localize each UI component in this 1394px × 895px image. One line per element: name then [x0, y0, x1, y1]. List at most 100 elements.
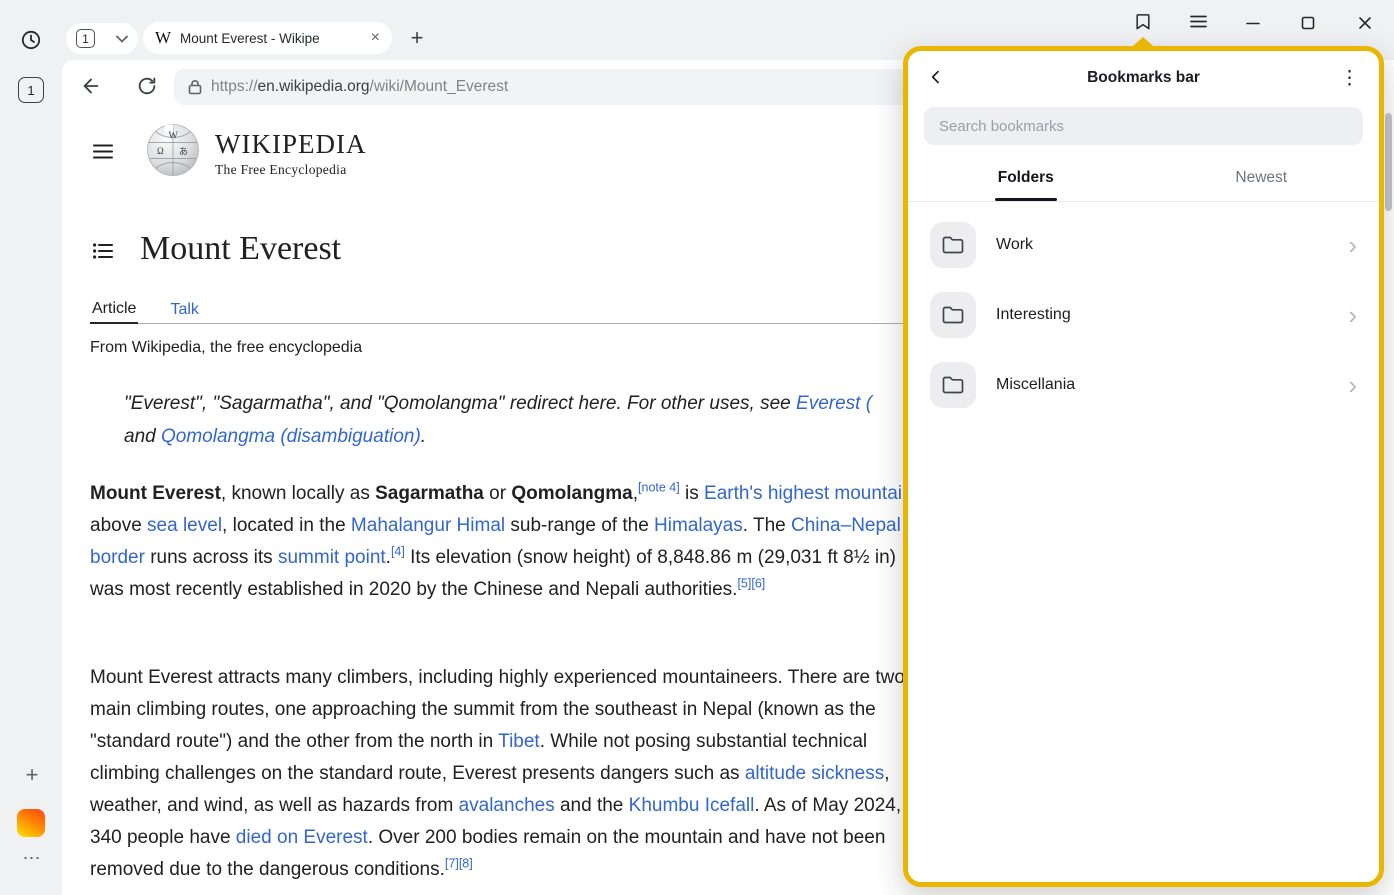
lock-icon[interactable] — [188, 79, 202, 95]
tab-folders[interactable]: Folders — [908, 155, 1144, 201]
svg-text:Ω: Ω — [157, 146, 164, 156]
chevron-down-icon — [116, 31, 128, 46]
window-close-button[interactable] — [1350, 9, 1380, 39]
url-text: https://en.wikipedia.org/wiki/Mount_Ever… — [211, 78, 508, 96]
hamburger-icon — [93, 144, 113, 162]
bookmarks-popup: Bookmarks bar ⋮ Folders Newest Work › In… — [903, 46, 1384, 887]
wiki-reference-link[interactable]: [7] — [445, 857, 459, 871]
tab-group-count: 1 — [76, 29, 95, 48]
popup-more-button[interactable]: ⋮ — [1334, 68, 1365, 89]
text-segment: sub-range of the — [505, 515, 654, 536]
window-minimize-button[interactable] — [1238, 9, 1268, 39]
folder-icon — [930, 222, 976, 268]
url-scheme: https:// — [211, 78, 258, 95]
list-icon — [93, 243, 113, 262]
hamburger-icon — [1190, 15, 1207, 31]
svg-text:あ: あ — [179, 147, 188, 157]
wiki-reference-link[interactable]: [5] — [737, 577, 751, 591]
text-segment: runs across its — [145, 547, 278, 568]
popup-tabs: Folders Newest — [908, 155, 1379, 202]
chevron-right-icon: › — [1348, 372, 1357, 398]
contents-list-button[interactable] — [88, 237, 118, 267]
wiki-link[interactable]: Tibet — [498, 731, 540, 752]
wiki-reference-link[interactable]: [8] — [459, 857, 473, 871]
sidebar-overflow-button[interactable]: ⋯ — [17, 843, 47, 873]
back-button[interactable] — [76, 72, 106, 102]
wiki-subtitle: From Wikipedia, the free encyclopedia — [90, 339, 362, 357]
text-segment: or — [484, 483, 511, 504]
wiki-reference-link[interactable]: [note 4] — [638, 481, 680, 495]
bookmark-folder-list: Work › Interesting › Miscellania › — [908, 202, 1379, 420]
browser-tab-active[interactable]: W Mount Everest - Wikipe × — [143, 22, 392, 54]
wikipedia-favicon: W — [155, 28, 171, 48]
wiki-reference-link[interactable]: [6] — [751, 577, 765, 591]
tab-close-button[interactable]: × — [365, 30, 380, 46]
page-title: Mount Everest — [140, 230, 341, 268]
svg-text:W: W — [169, 131, 179, 142]
browser-menu-button[interactable] — [1183, 8, 1213, 38]
maximize-icon — [1301, 16, 1315, 33]
wiki-main-menu-button[interactable] — [88, 138, 118, 168]
wikipedia-logo-link[interactable]: W Ω あ WIKIPEDIA The Free Encyclopedia — [146, 123, 366, 180]
folder-name: Interesting — [996, 306, 1071, 324]
wiki-reference-link[interactable]: [4] — [391, 545, 405, 559]
folder-icon — [930, 362, 976, 408]
text-segment: "Everest", "Sagarmatha", and "Qomolangma… — [124, 393, 796, 414]
wiki-link[interactable]: altitude sickness — [745, 763, 884, 784]
text-segment: and the — [555, 795, 629, 816]
text-segment: , located in the — [222, 515, 351, 536]
tab-title: Mount Everest - Wikipe — [180, 31, 365, 46]
wikipedia-globe-logo: W Ω あ — [146, 123, 200, 180]
text-segment: Sagarmatha — [375, 483, 484, 504]
window-maximize-button[interactable] — [1293, 9, 1323, 39]
text-segment: Mount Everest — [90, 483, 221, 504]
wiki-link[interactable]: sea level — [147, 515, 222, 536]
paragraph-2: Mount Everest attracts many climbers, in… — [90, 662, 924, 886]
text-segment: Qomolangma — [511, 483, 632, 504]
hatnote: "Everest", "Sagarmatha", and "Qomolangma… — [124, 387, 924, 453]
sidebar-add-button[interactable]: + — [17, 760, 47, 790]
wiki-link[interactable]: Qomolangma (disambiguation) — [161, 426, 421, 447]
page-scrollbar-thumb[interactable] — [1385, 113, 1392, 211]
text-segment: . — [421, 426, 426, 447]
reload-button[interactable] — [132, 72, 162, 102]
back-arrow-icon — [80, 75, 102, 100]
bookmark-folder-row[interactable]: Miscellania › — [908, 350, 1379, 420]
wiki-link[interactable]: avalanches — [459, 795, 555, 816]
wiki-link[interactable]: Himalayas — [654, 515, 743, 536]
wiki-link[interactable]: died on Everest — [236, 827, 368, 848]
wiki-link[interactable]: Everest ( — [796, 393, 872, 414]
wikipedia-wordmark: WIKIPEDIA — [215, 129, 366, 160]
browser-window: 1 + ⋯ 1 W Mount Everest - Wikipe × + — [0, 0, 1394, 895]
tab-newest[interactable]: Newest — [1144, 155, 1380, 201]
bookmarks-panel-button[interactable] — [1128, 8, 1158, 38]
popup-back-button[interactable] — [920, 62, 952, 94]
wikipedia-tagline: The Free Encyclopedia — [215, 162, 366, 178]
bookmark-folder-row[interactable]: Work › — [908, 210, 1379, 280]
new-tab-button[interactable]: + — [402, 23, 432, 53]
tab-group-chip[interactable]: 1 — [66, 23, 138, 54]
browser-logo-button[interactable] — [17, 809, 45, 837]
text-segment: and — [124, 426, 161, 447]
wiki-link[interactable]: Mahalangur Himal — [351, 515, 505, 536]
paragraph-1: Mount Everest, known locally as Sagarmat… — [90, 478, 924, 606]
bookmark-folder-row[interactable]: Interesting › — [908, 280, 1379, 350]
close-icon — [1358, 16, 1372, 33]
wiki-namespace-tabs: Article Talk — [90, 290, 912, 324]
text-segment: above — [90, 515, 147, 536]
tab-talk[interactable]: Talk — [168, 290, 200, 324]
tab-article[interactable]: Article — [90, 290, 138, 324]
text-segment: is — [680, 483, 704, 504]
popup-notch — [1133, 37, 1153, 46]
folder-icon — [930, 292, 976, 338]
wiki-link[interactable]: Earth's highest mountain — [704, 483, 913, 504]
text-segment: . The — [743, 515, 791, 536]
history-clock-button[interactable] — [16, 26, 46, 56]
url-path: /wiki/Mount_Everest — [370, 78, 509, 95]
workspace-tab-counter[interactable]: 1 — [18, 77, 44, 103]
bookmarks-search-input[interactable] — [924, 107, 1363, 145]
chevron-right-icon: › — [1348, 232, 1357, 258]
wiki-link[interactable]: Khumbu Icefall — [629, 795, 755, 816]
bookmark-icon — [1133, 12, 1153, 35]
wiki-link[interactable]: summit point — [278, 547, 386, 568]
